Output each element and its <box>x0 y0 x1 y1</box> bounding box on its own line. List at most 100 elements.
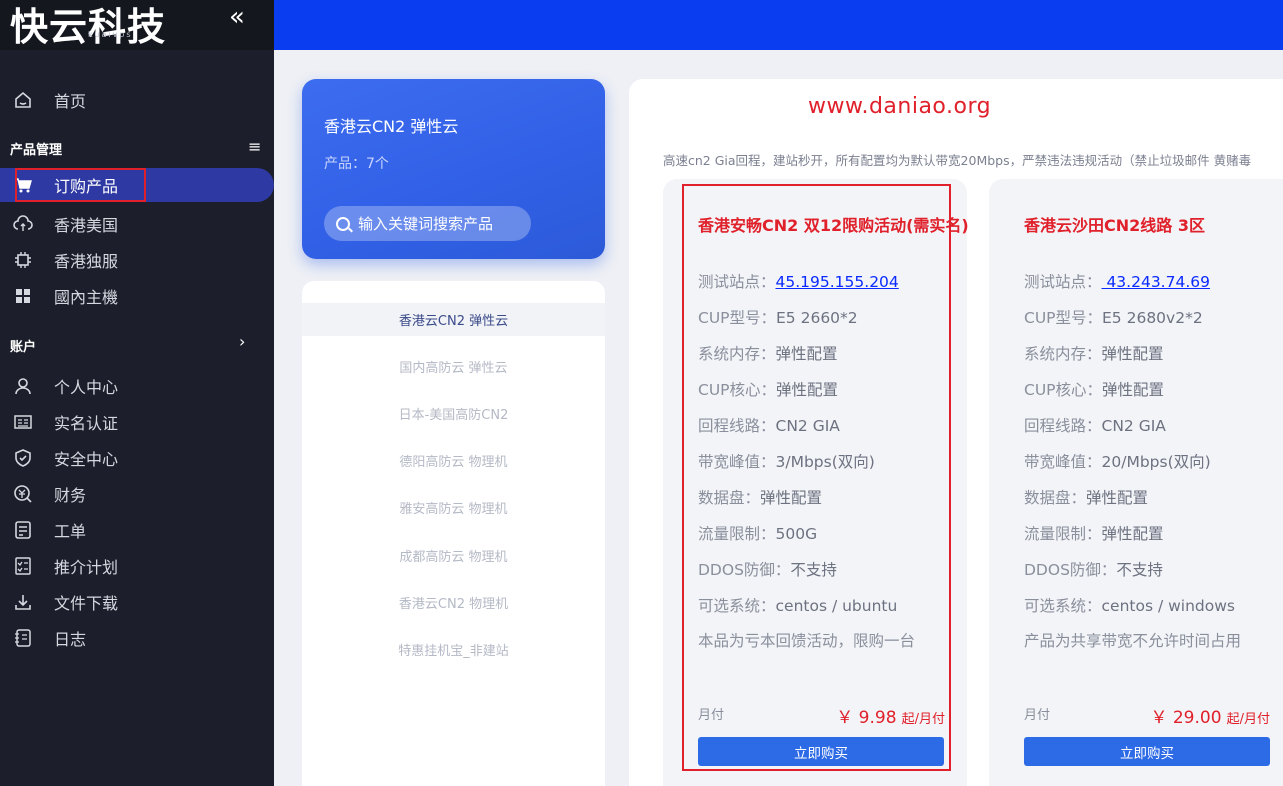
log-icon <box>12 627 34 649</box>
category-item[interactable]: 德阳高防云 物理机 <box>302 444 605 477</box>
category-item[interactable]: 香港云CN2 物理机 <box>302 586 605 619</box>
logo-bar: 快云科技 kuaivps « <box>0 0 274 50</box>
top-bar <box>274 0 1283 50</box>
nav-hk-us-label: 香港美国 <box>54 216 119 235</box>
nav-verification[interactable]: 实名认证 <box>0 405 274 439</box>
nav-tickets-label: 工单 <box>54 522 87 541</box>
spec-label: 系统内存： <box>1024 345 1102 363</box>
spec-label: 流量限制： <box>1024 525 1102 543</box>
nav-tickets[interactable]: 工单 <box>0 513 274 547</box>
spec-row: 测试站点： 43.243.74.69 <box>1024 270 1210 292</box>
shield-icon <box>12 447 34 469</box>
spec-row: 可选系统：centos / windows <box>1024 594 1235 616</box>
chip-icon <box>12 249 34 271</box>
nav-finance-label: 财务 <box>54 486 87 505</box>
nav-home[interactable]: 首页 <box>0 83 274 117</box>
category-item[interactable]: 日本-美国高防CN2 <box>302 397 605 430</box>
spec-label: 可选系统： <box>1024 597 1102 615</box>
spec-row: DDOS防御：不支持 <box>1024 558 1163 580</box>
nav-security-label: 安全中心 <box>54 450 119 469</box>
download-icon <box>12 591 34 613</box>
category-item[interactable]: 特惠挂机宝_非建站 <box>302 633 605 666</box>
spec-value: 弹性配置 <box>1101 345 1164 363</box>
section-account: 账户 <box>10 340 37 355</box>
nav-hk-dedicated[interactable]: 香港独服 <box>0 243 274 277</box>
product-title: 香港云沙田CN2线路 3区 <box>1024 216 1205 235</box>
section-products: 产品管理 <box>10 143 63 158</box>
notice-text: 高速cn2 Gia回程，建站秒开，所有配置均为默认带宽20Mbps，严禁违法违规… <box>663 153 1252 168</box>
spec-label: DDOS防御： <box>1024 561 1117 579</box>
nav-downloads-label: 文件下载 <box>54 594 119 613</box>
nav-referral-label: 推介计划 <box>54 558 119 577</box>
spec-row: 数据盘：弹性配置 <box>1024 486 1148 508</box>
nav-downloads[interactable]: 文件下载 <box>0 585 274 619</box>
nav-profile[interactable]: 个人中心 <box>0 369 274 403</box>
logo: 快云科技 <box>10 5 167 49</box>
spec-row: 流量限制：弹性配置 <box>1024 522 1164 544</box>
grid-icon <box>12 285 34 307</box>
spec-row: CUP型号：E5 2680v2*2 <box>1024 306 1203 328</box>
nav-referral[interactable]: 推介计划 <box>0 549 274 583</box>
highlight-box <box>15 168 146 202</box>
product-search-input[interactable]: 输入关键词搜索产品 <box>324 206 531 241</box>
spec-value: centos / windows <box>1101 597 1235 615</box>
spec-label: 数据盘： <box>1024 489 1087 507</box>
collapse-sidebar-icon[interactable]: « <box>229 2 245 32</box>
spec-label: 带宽峰值： <box>1024 453 1102 471</box>
product-note: 产品为共享带宽不允许时间占用 <box>1024 632 1242 650</box>
spec-row: CUP核心：弹性配置 <box>1024 378 1164 400</box>
home-icon <box>12 89 34 111</box>
logo-subtitle: kuaivps <box>88 30 133 39</box>
spec-value: E5 2680v2*2 <box>1102 309 1203 327</box>
spec-label: 回程线路： <box>1024 417 1102 435</box>
nav-hk-us[interactable]: 香港美国 <box>0 207 274 241</box>
nav-finance[interactable]: 财务 <box>0 477 274 511</box>
nav-verification-label: 实名认证 <box>54 414 119 433</box>
money-icon <box>12 483 34 505</box>
price-amount: ￥ 29.00 <box>1150 708 1222 728</box>
category-item[interactable]: 雅安高防云 物理机 <box>302 491 605 524</box>
buy-now-button[interactable]: 立即购买 <box>1024 737 1270 766</box>
highlight-box <box>682 184 951 771</box>
ticket-icon <box>12 519 34 541</box>
nav-domestic-host-label: 國內主機 <box>54 288 119 307</box>
category-item[interactable]: 香港云CN2 弹性云 <box>302 303 605 336</box>
watermark-text: www.daniao.org <box>808 94 992 119</box>
sidebar: 快云科技 kuaivps « 首页 产品管理 ≡ 订购产品 香港美国 香港独服 … <box>0 0 274 786</box>
spec-row: 带宽峰值：20/Mbps(双向) <box>1024 450 1211 472</box>
spec-value: 弹性配置 <box>1102 381 1165 399</box>
test-site-link[interactable]: 43.243.74.69 <box>1102 273 1210 291</box>
spec-value: 不支持 <box>1116 561 1163 579</box>
spec-value: CN2 GIA <box>1101 417 1166 435</box>
nav-domestic-host[interactable]: 國內主機 <box>0 279 274 313</box>
spec-label: CUP核心： <box>1024 381 1103 399</box>
nav-hk-dedicated-label: 香港独服 <box>54 252 119 271</box>
search-icon <box>336 216 350 231</box>
search-placeholder: 输入关键词搜索产品 <box>358 215 494 233</box>
chevron-right-icon[interactable]: › <box>239 332 245 351</box>
spec-value: 弹性配置 <box>1086 489 1149 507</box>
category-item[interactable]: 国内高防云 弹性云 <box>302 350 605 383</box>
price-unit: 起/月付 <box>1226 712 1270 727</box>
id-card-icon <box>12 411 34 433</box>
nav-profile-label: 个人中心 <box>54 378 119 397</box>
spec-row: 回程线路：CN2 GIA <box>1024 414 1166 436</box>
spec-row: 系统内存：弹性配置 <box>1024 342 1164 364</box>
billing-cycle: 月付 <box>1024 708 1051 723</box>
spec-value: 20/Mbps(双向) <box>1101 453 1211 471</box>
category-item[interactable]: 成都高防云 物理机 <box>302 539 605 572</box>
user-icon <box>12 375 34 397</box>
category-list: 香港云CN2 弹性云 国内高防云 弹性云 日本-美国高防CN2 德阳高防云 物理… <box>302 281 605 786</box>
nav-security[interactable]: 安全中心 <box>0 441 274 475</box>
product-price: ￥ 29.00 起/月付 <box>1150 703 1270 728</box>
spec-label: 测试站点： <box>1024 273 1102 291</box>
spec-value: 弹性配置 <box>1101 525 1164 543</box>
nav-logs[interactable]: 日志 <box>0 621 274 655</box>
checklist-icon <box>12 555 34 577</box>
product-card: 香港云沙田CN2线路 3区 测试站点： 43.243.74.69 CUP型号：E… <box>989 179 1283 786</box>
cloud-icon <box>12 213 34 235</box>
nav-logs-label: 日志 <box>54 630 87 649</box>
category-count: 产品：7个 <box>324 156 389 172</box>
category-header-card: 香港云CN2 弹性云 产品：7个 输入关键词搜索产品 <box>302 79 605 259</box>
menu-icon[interactable]: ≡ <box>248 137 261 156</box>
